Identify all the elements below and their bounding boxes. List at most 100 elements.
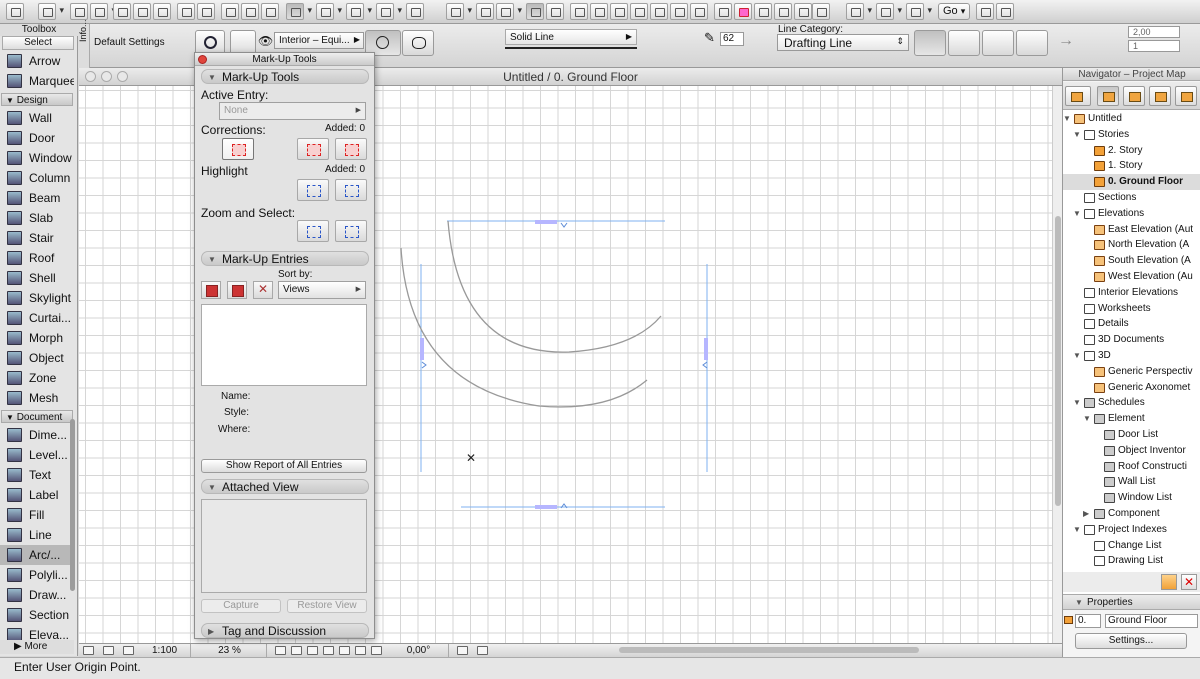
tool-stair[interactable]: Stair bbox=[0, 228, 74, 248]
view-map-tab-icon[interactable] bbox=[1123, 86, 1145, 106]
collapse-icon[interactable]: ▼ bbox=[1073, 127, 1081, 143]
eye-icon[interactable]: 👁 bbox=[258, 34, 273, 48]
tree-item[interactable]: 3D Documents bbox=[1063, 332, 1200, 348]
scale-field[interactable]: 1:100 bbox=[139, 644, 191, 657]
publisher-sets-tab-icon[interactable] bbox=[1175, 86, 1197, 106]
tag-discussion-section[interactable]: Tag and Discussion bbox=[201, 623, 369, 639]
tree-item[interactable]: Generic Axonomet bbox=[1063, 380, 1200, 396]
active-entry-dropdown[interactable]: None bbox=[219, 102, 366, 120]
tool-line[interactable]: Line bbox=[0, 525, 74, 545]
tree-item[interactable]: 2. Story bbox=[1063, 143, 1200, 159]
plan-vertical-scrollbar[interactable] bbox=[1052, 86, 1062, 643]
tool-drawing[interactable]: Draw... bbox=[0, 585, 74, 605]
zoom-in-icon[interactable] bbox=[275, 646, 286, 655]
layer-dropdown[interactable]: Interior – Equi... ▶ bbox=[274, 32, 364, 49]
select-entry-elements-icon[interactable] bbox=[335, 220, 367, 242]
tree-item[interactable]: ▼ Untitled bbox=[1063, 111, 1200, 127]
sort-by-dropdown[interactable]: Views bbox=[278, 281, 366, 299]
markup-entries-list[interactable] bbox=[201, 304, 367, 386]
toolbox-category-design[interactable]: ▼ Design bbox=[1, 93, 73, 106]
tree-item[interactable]: ▼ Project Indexes bbox=[1063, 522, 1200, 538]
interior-marker-icon[interactable] bbox=[774, 3, 792, 20]
tool-skylight[interactable]: Skylight bbox=[0, 288, 74, 308]
highlight-add-icon[interactable] bbox=[297, 179, 329, 201]
tree-item[interactable]: Object Inventor bbox=[1063, 443, 1200, 459]
go-button[interactable]: Go ▾ bbox=[938, 3, 970, 20]
tree-item[interactable]: ▶ Component bbox=[1063, 506, 1200, 522]
delete-entry-icon[interactable] bbox=[253, 281, 273, 299]
adjust-icon[interactable] bbox=[610, 3, 628, 20]
line-category-dropdown[interactable]: Drafting Line ⇕ bbox=[777, 34, 909, 51]
split-icon[interactable] bbox=[590, 3, 608, 20]
tool-mesh[interactable]: Mesh bbox=[0, 388, 74, 408]
resize-icon[interactable] bbox=[690, 3, 708, 20]
tool-label[interactable]: Label bbox=[0, 485, 74, 505]
tree-item[interactable]: ▼ Element bbox=[1063, 411, 1200, 427]
attached-view-section[interactable]: Attached View bbox=[201, 479, 369, 495]
tree-item[interactable]: 1. Story bbox=[1063, 158, 1200, 174]
new-folder-icon[interactable] bbox=[1161, 574, 1177, 590]
horizontal-scroll-thumb[interactable] bbox=[619, 647, 919, 653]
pick-up-parameters-icon[interactable] bbox=[241, 3, 259, 20]
tree-item[interactable]: Interior Elevations bbox=[1063, 285, 1200, 301]
zoom-window-icon[interactable] bbox=[117, 71, 128, 82]
previous-view-icon[interactable] bbox=[457, 646, 468, 655]
tool-curtain-wall[interactable]: Curtai... bbox=[0, 308, 74, 328]
tool-column[interactable]: Column bbox=[0, 168, 74, 188]
collapse-icon[interactable]: ▼ bbox=[1063, 111, 1071, 127]
arrow-end-button[interactable] bbox=[982, 30, 1014, 56]
trim-icon[interactable] bbox=[570, 3, 588, 20]
pan-icon[interactable] bbox=[339, 646, 350, 655]
tree-item[interactable]: Door List bbox=[1063, 427, 1200, 443]
line-type-dropdown[interactable]: Solid Line ▶ bbox=[505, 29, 637, 45]
tree-item[interactable]: Details bbox=[1063, 316, 1200, 332]
section-marker-icon[interactable] bbox=[754, 3, 772, 20]
cut-icon[interactable] bbox=[113, 3, 131, 20]
grid-snap-icon[interactable] bbox=[376, 3, 402, 20]
markup-entries-section[interactable]: Mark-Up Entries bbox=[201, 251, 369, 267]
tree-item[interactable]: Drawing List bbox=[1063, 553, 1200, 569]
tree-item[interactable]: Wall List bbox=[1063, 474, 1200, 490]
tree-item[interactable]: ▼ Schedules bbox=[1063, 395, 1200, 411]
tool-beam[interactable]: Beam bbox=[0, 188, 74, 208]
inject-parameters-icon[interactable] bbox=[261, 3, 279, 20]
story-name-field[interactable]: Ground Floor bbox=[1105, 614, 1198, 628]
import-entry-icon[interactable] bbox=[227, 281, 247, 299]
minimize-window-icon[interactable] bbox=[101, 71, 112, 82]
open-file-icon[interactable] bbox=[38, 3, 64, 20]
window-arrange-icon[interactable] bbox=[876, 3, 902, 20]
arrow-none-button[interactable] bbox=[914, 30, 946, 56]
magic-wand-icon[interactable] bbox=[286, 3, 312, 20]
tool-arc[interactable]: Arc/... bbox=[0, 545, 74, 565]
toolbox-category-document[interactable]: ▼ Document bbox=[1, 410, 73, 423]
gravity-icon[interactable] bbox=[346, 3, 372, 20]
tool-marquee[interactable]: Marquee bbox=[0, 71, 74, 91]
story-number-field[interactable]: 0. bbox=[1075, 614, 1101, 628]
expand-icon[interactable]: ▶ bbox=[1083, 506, 1091, 522]
orientation-field[interactable]: 0,00° bbox=[389, 644, 449, 657]
elevation-marker-icon[interactable] bbox=[714, 3, 732, 20]
tree-item[interactable]: Roof Constructi bbox=[1063, 459, 1200, 475]
new-entry-icon[interactable] bbox=[201, 281, 221, 299]
tree-item[interactable]: Worksheets bbox=[1063, 301, 1200, 317]
reference-icon[interactable] bbox=[496, 3, 522, 20]
find-select-icon[interactable] bbox=[221, 3, 239, 20]
correction-remove-selection-icon[interactable] bbox=[335, 138, 367, 160]
restore-view-button[interactable]: Restore View bbox=[287, 599, 367, 613]
zoom-area-icon[interactable] bbox=[291, 646, 302, 655]
markup-icon[interactable] bbox=[734, 3, 752, 20]
layer-icon[interactable] bbox=[406, 3, 424, 20]
arc-method-3point-button[interactable] bbox=[402, 30, 434, 56]
tree-item[interactable]: East Elevation (Aut bbox=[1063, 222, 1200, 238]
tool-text[interactable]: Text bbox=[0, 465, 74, 485]
tool-fill[interactable]: Fill bbox=[0, 505, 74, 525]
print-icon[interactable] bbox=[90, 3, 116, 20]
tree-item[interactable]: Sections bbox=[1063, 190, 1200, 206]
correction-add-selection-icon[interactable] bbox=[297, 138, 329, 160]
tool-object[interactable]: Object bbox=[0, 348, 74, 368]
teamwork-icon[interactable] bbox=[906, 3, 932, 20]
project-map-tab-icon[interactable] bbox=[1097, 86, 1119, 106]
collapse-icon[interactable]: ▼ bbox=[1083, 411, 1091, 427]
next-view-icon[interactable] bbox=[477, 646, 488, 655]
view-options-icon[interactable] bbox=[446, 3, 472, 20]
